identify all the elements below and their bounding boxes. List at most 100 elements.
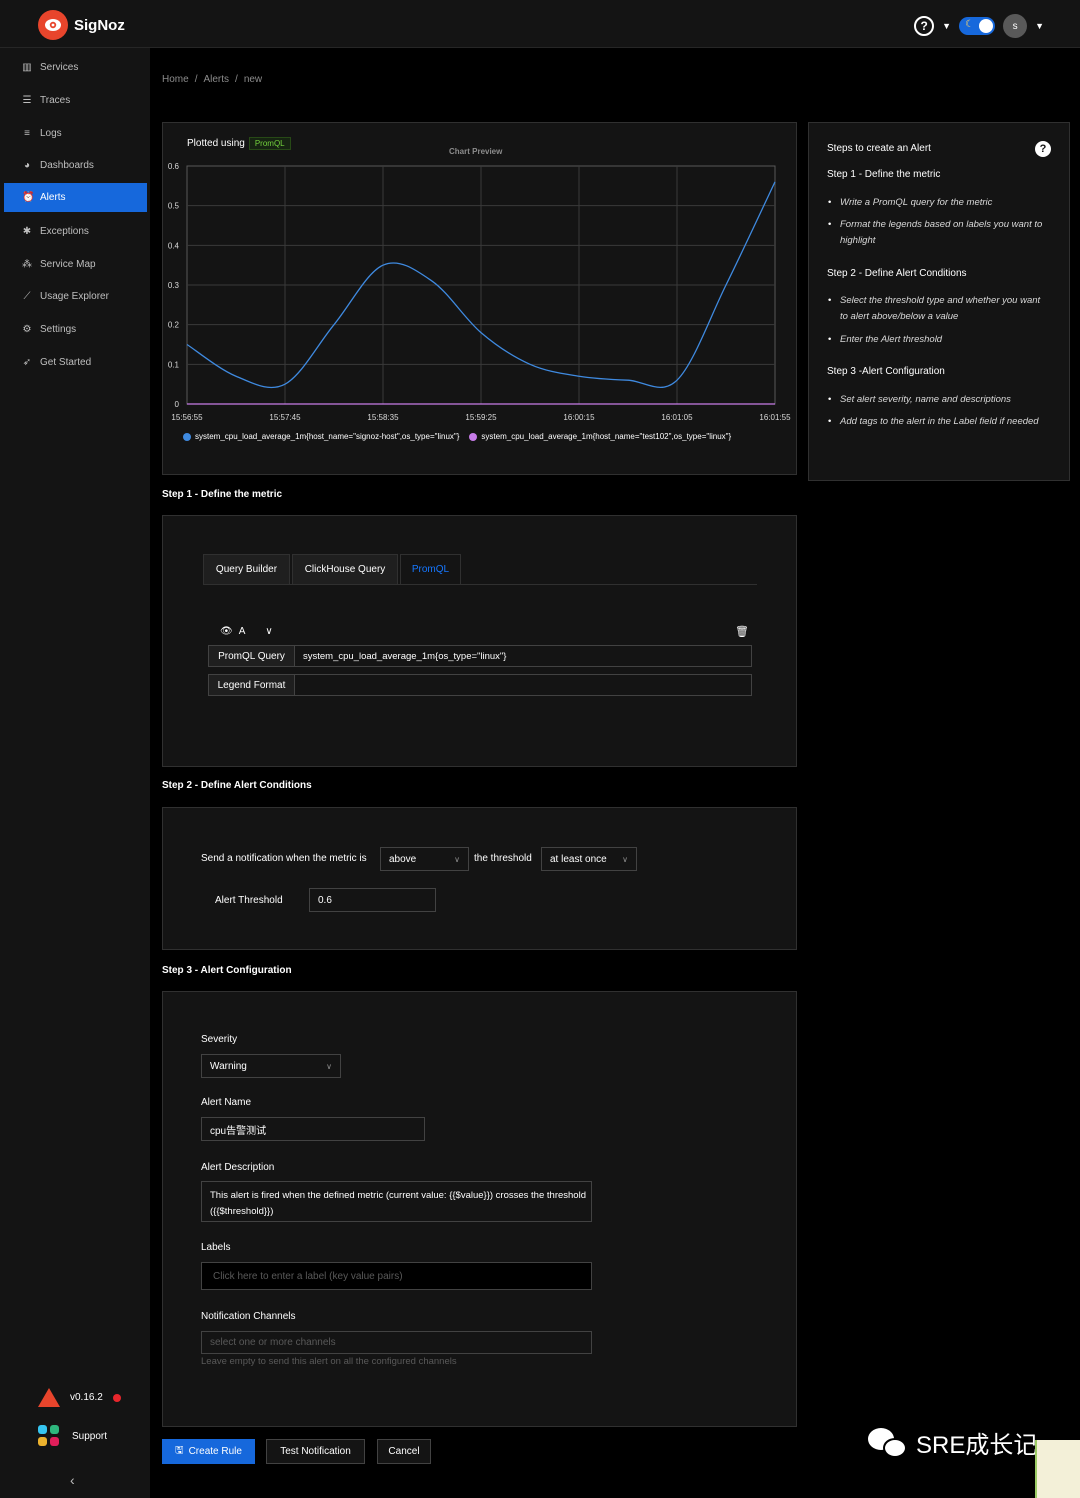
breadcrumb-alerts[interactable]: Alerts (203, 74, 229, 85)
sidebar-item-label: Settings (40, 324, 77, 335)
sidebar-item-label: Exceptions (40, 226, 89, 237)
alert-description-label: Alert Description (201, 1162, 275, 1173)
eye-icon[interactable]: 👁 (220, 626, 233, 637)
chevron-down-icon: ∨ (622, 854, 628, 864)
sidebar-item-logs[interactable]: ≡ Logs (4, 119, 147, 148)
labels-label: Labels (201, 1242, 231, 1253)
save-icon: 🖫 (175, 1445, 184, 1456)
tab-clickhouse-query[interactable]: ClickHouse Query (292, 554, 398, 585)
legend-series-1[interactable]: system_cpu_load_average_1m{host_name="si… (195, 432, 459, 441)
steps-guide-panel: Steps to create an Alert ? Step 1 - Defi… (808, 122, 1070, 481)
step1-panel: Query Builder ClickHouse Query PromQL 👁 … (162, 515, 797, 767)
deployment-unit-icon: ⁂ (22, 259, 32, 270)
x-tick-label: 15:56:55 (171, 413, 203, 422)
sidebar-item-get-started[interactable]: ➶ Get Started (4, 348, 147, 377)
app-logo[interactable]: SigNoz (38, 10, 125, 40)
bar-chart-icon: ▥ (22, 62, 32, 73)
sidebar-item-dashboards[interactable]: ◕ Dashboards (4, 151, 147, 180)
chevron-down-icon[interactable]: ∨ (265, 626, 272, 637)
step3-panel: Severity Warning ∨ Alert Name cpu告警测试 Al… (162, 991, 797, 1427)
breadcrumb: Home / Alerts / new (162, 74, 263, 85)
compare-op-select[interactable]: above ∨ (380, 847, 469, 871)
step2-title: Step 2 - Define Alert Conditions (162, 780, 312, 791)
steps-step3-title: Step 3 -Alert Configuration (827, 366, 945, 377)
x-tick-label: 15:57:45 (269, 413, 301, 422)
promql-query-row: PromQL Query system_cpu_load_average_1m{… (208, 645, 752, 667)
sidebar-item-exceptions[interactable]: ✱ Exceptions (4, 217, 147, 246)
steps-step3-item-2: Add tags to the alert in the Label field… (828, 414, 1050, 430)
sidebar-item-usage-explorer[interactable]: ⟋ Usage Explorer (4, 282, 147, 311)
channels-placeholder: select one or more channels (210, 1337, 336, 1348)
legend-dot-series-1 (183, 432, 191, 441)
y-tick-label: 0 (175, 400, 180, 409)
help-icon[interactable]: ? (914, 16, 935, 36)
collapse-sidebar-icon[interactable]: ‹ (70, 1472, 75, 1488)
alert-name-input[interactable]: cpu告警测试 (201, 1117, 425, 1141)
sidebar-item-label: Get Started (40, 357, 92, 368)
alert-description-text: This alert is fired when the defined met… (210, 1190, 586, 1217)
promql-query-input[interactable]: system_cpu_load_average_1m{os_type="linu… (295, 646, 751, 666)
version-info[interactable]: v0.16.2 (38, 1388, 121, 1407)
sidebar-item-alerts[interactable]: ⏰ Alerts (4, 183, 147, 212)
signoz-logo-icon (38, 10, 68, 40)
sidebar-item-label: Service Map (40, 259, 96, 270)
steps-step1-title: Step 1 - Define the metric (827, 169, 941, 180)
support-link[interactable]: Support (38, 1425, 107, 1447)
delete-icon[interactable]: 🗑 (735, 625, 749, 638)
alarm-icon: ⏰ (22, 192, 35, 203)
tab-query-builder[interactable]: Query Builder (203, 554, 290, 585)
notification-channels-select[interactable]: select one or more channels (201, 1331, 592, 1354)
steps-step1-item-2: Format the legends based on labels you w… (828, 217, 1050, 249)
theme-toggle[interactable]: ☾ (959, 17, 996, 35)
step1-title: Step 1 - Define the metric (162, 489, 283, 500)
legend-format-input[interactable] (295, 675, 751, 695)
breadcrumb-home[interactable]: Home (162, 74, 189, 85)
alert-description-textarea[interactable]: This alert is fired when the defined met… (201, 1181, 592, 1222)
labels-input[interactable]: Click here to enter a label (key value p… (201, 1262, 592, 1290)
tab-divider (203, 584, 757, 585)
legend-series-2[interactable]: system_cpu_load_average_1m{host_name="te… (481, 432, 731, 441)
compare-op-value: above (389, 853, 417, 865)
x-tick-label: 15:59:25 (465, 413, 497, 422)
sidebar-item-label: Dashboards (40, 160, 94, 171)
rocket-icon: ➶ (22, 357, 32, 368)
update-dot (112, 1393, 121, 1402)
severity-label: Severity (201, 1034, 238, 1045)
alert-threshold-input[interactable]: 0.6 (309, 888, 436, 912)
sidebar-item-service-map[interactable]: ⁂ Service Map (4, 250, 147, 279)
query-name: A (238, 626, 246, 637)
x-tick-label: 16:00:15 (563, 413, 595, 422)
menu-icon: ☰ (22, 95, 32, 106)
chevron-down-icon: ∨ (454, 854, 460, 864)
avatar[interactable]: s (1003, 14, 1028, 38)
tab-promql[interactable]: PromQL (400, 554, 461, 585)
y-tick-label: 0.3 (168, 281, 180, 290)
app-name: SigNoz (74, 16, 125, 34)
sidebar-item-traces[interactable]: ☰ Traces (4, 86, 147, 115)
question-icon[interactable]: ? (1035, 141, 1051, 157)
y-tick-label: 0.1 (168, 360, 180, 369)
test-notification-button[interactable]: Test Notification (266, 1439, 365, 1464)
cancel-button[interactable]: Cancel (377, 1439, 431, 1464)
severity-value: Warning (210, 1060, 247, 1072)
create-rule-button[interactable]: 🖫 Create Rule (162, 1439, 255, 1464)
legend-dot-series-2 (469, 432, 478, 441)
breadcrumb-new: new (243, 74, 263, 85)
steps-step2-item-1: Select the threshold type and whether yo… (828, 293, 1050, 325)
user-caret-icon[interactable]: ▼ (1035, 21, 1044, 31)
version-label: v0.16.2 (70, 1392, 103, 1403)
severity-select[interactable]: Warning ∨ (201, 1054, 341, 1078)
legend-format-row: Legend Format (208, 674, 752, 696)
labels-placeholder: Click here to enter a label (key value p… (213, 1270, 403, 1282)
sidebar-item-label: Logs (40, 128, 62, 139)
match-type-select[interactable]: at least once ∨ (541, 847, 637, 871)
query-header: 👁 A ∨ (220, 626, 273, 637)
y-tick-label: 0.6 (168, 162, 180, 171)
sidebar-item-services[interactable]: ▥ Services (4, 53, 147, 82)
notification-channels-label: Notification Channels (201, 1311, 296, 1322)
sidebar-item-settings[interactable]: ⚙ Settings (4, 315, 147, 344)
y-tick-label: 0.2 (168, 321, 180, 330)
line-chart: 15:56:55 15:57:45 15:58:35 15:59:25 16:00:15… (168, 162, 791, 422)
steps-step2-item-2: Enter the Alert threshold (828, 332, 1050, 348)
help-caret-icon[interactable]: ▼ (942, 21, 951, 31)
